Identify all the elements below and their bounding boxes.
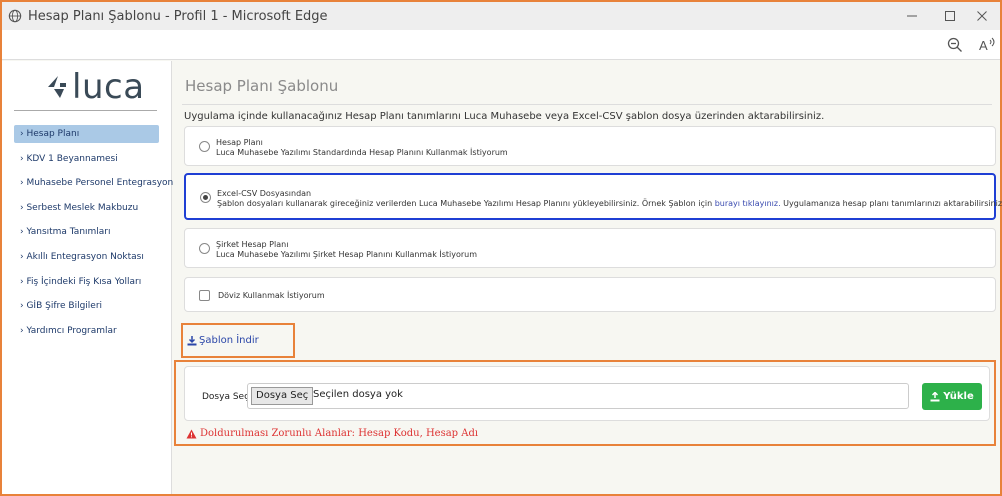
sidebar-nav: › Hesap Planı › KDV 1 Beyannamesi › Muha… <box>14 125 173 346</box>
upload-icon <box>930 391 940 401</box>
file-status: Seçilen dosya yok <box>313 389 403 400</box>
option-doviz[interactable]: Döviz Kullanmak İstiyorum <box>184 277 996 312</box>
title-bar: Hesap Planı Şablonu - Profil 1 - Microso… <box>2 2 1000 30</box>
main-content: Hesap Planı Şablonu Uygulama içinde kull… <box>174 61 1002 494</box>
logo-divider <box>14 110 157 111</box>
file-input[interactable]: Dosya Seç Seçilen dosya yok <box>247 383 909 409</box>
sidebar-item-hesap-plani[interactable]: › Hesap Planı <box>14 125 159 143</box>
download-template-link[interactable]: Şablon İndir <box>187 335 259 346</box>
warning-text: Doldurulması Zorunlu Alanlar: Hesap Kodu… <box>200 428 479 439</box>
sidebar-item-yansitma-tanimlari[interactable]: › Yansıtma Tanımları <box>14 223 159 241</box>
sidebar-item-akilli-entegrasyon-noktasi[interactable]: › Akıllı Entegrasyon Noktası <box>14 248 159 266</box>
radio-excel-csv[interactable] <box>200 192 211 203</box>
close-icon[interactable] <box>964 2 1000 30</box>
browser-window: Hesap Planı Şablonu - Profil 1 - Microso… <box>0 0 1002 496</box>
sidebar-item-kdv-1-beyannamesi[interactable]: › KDV 1 Beyannamesi <box>14 150 159 168</box>
option-description: Luca Muhasebe Yazılımı Şirket Hesap Plan… <box>216 250 478 259</box>
option-title: Excel-CSV Dosyasından <box>217 189 312 198</box>
zoom-out-icon[interactable] <box>946 36 964 54</box>
option-sirket-hesap-plani[interactable]: Şirket Hesap Planı Luca Muhasebe Yazılım… <box>184 228 996 268</box>
option-description: Şablon dosyaları kullanarak gireceğiniz … <box>217 199 1002 208</box>
page-title: Hesap Planı Şablonu <box>185 77 339 95</box>
option-title: Şirket Hesap Planı <box>216 240 289 249</box>
globe-icon <box>8 9 22 23</box>
svg-text:A: A <box>979 38 988 53</box>
sidebar-item-fis-kisa-yollari[interactable]: › Fiş İçindeki Fiş Kısa Yolları <box>14 273 159 291</box>
required-fields-warning: Doldurulması Zorunlu Alanlar: Hesap Kodu… <box>186 428 478 439</box>
warning-icon <box>186 429 197 438</box>
title-divider <box>182 104 992 105</box>
read-aloud-icon[interactable]: A <box>978 36 996 54</box>
download-highlight: Şablon İndir <box>181 323 295 358</box>
upload-panel: Dosya Seç: Dosya Seç Seçilen dosya yok Y… <box>184 366 990 421</box>
download-icon <box>187 335 197 345</box>
doviz-label: Döviz Kullanmak İstiyorum <box>218 291 325 300</box>
minimize-icon[interactable] <box>894 2 930 30</box>
intro-text: Uygulama içinde kullanacağınız Hesap Pla… <box>184 111 825 122</box>
sidebar-item-muhasebe-personel-entegrasyon[interactable]: › Muhasebe Personel Entegrasyon <box>14 174 173 192</box>
upload-button[interactable]: Yükle <box>922 383 982 410</box>
description-text: Şablon dosyaları kullanarak gireceğiniz … <box>217 199 715 208</box>
window-title: Hesap Planı Şablonu - Profil 1 - Microso… <box>28 8 328 24</box>
radio-sirket-hesap-plani[interactable] <box>199 243 210 254</box>
option-title: Hesap Planı <box>216 138 263 147</box>
sidebar-item-serbest-meslek-makbuzu[interactable]: › Serbest Meslek Makbuzu <box>14 199 159 217</box>
sidebar-item-yardimci-programlar[interactable]: › Yardımcı Programlar <box>14 322 159 340</box>
upload-label: Yükle <box>943 391 974 402</box>
download-label: Şablon İndir <box>199 335 259 346</box>
maximize-icon[interactable] <box>932 2 968 30</box>
sidebar-item-gib-sifre-bilgileri[interactable]: › GİB Şifre Bilgileri <box>14 297 159 315</box>
luca-logo: luca <box>46 67 145 107</box>
file-select-label: Dosya Seç: <box>202 392 253 402</box>
option-description: Luca Muhasebe Yazılımı Standardında Hesa… <box>216 148 508 157</box>
upload-highlight: Dosya Seç: Dosya Seç Seçilen dosya yok Y… <box>174 360 996 446</box>
choose-file-button[interactable]: Dosya Seç <box>251 387 314 405</box>
option-excel-csv[interactable]: Excel-CSV Dosyasından Şablon dosyaları k… <box>184 173 1002 220</box>
radio-hesap-plani[interactable] <box>199 141 210 152</box>
doviz-checkbox[interactable] <box>199 290 210 301</box>
sidebar: luca › Hesap Planı › KDV 1 Beyannamesi ›… <box>2 61 173 494</box>
luca-logo-mark-icon <box>48 76 66 98</box>
template-link[interactable]: burayı tıklayınız. <box>715 199 781 208</box>
option-hesap-plani[interactable]: Hesap Planı Luca Muhasebe Yazılımı Stand… <box>184 126 996 166</box>
address-bar: A <box>2 30 1000 60</box>
description-text-end: Uygulamanıza hesap planı tanımlarınızı a… <box>780 199 1002 208</box>
logo-text: luca <box>72 67 145 107</box>
